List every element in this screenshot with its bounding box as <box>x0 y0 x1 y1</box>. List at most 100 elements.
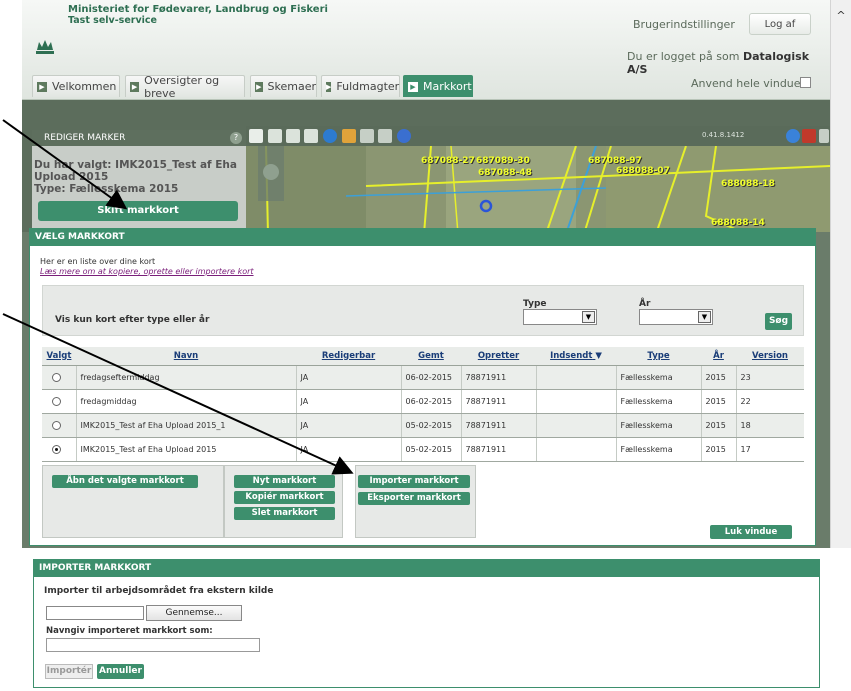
table-row[interactable]: IMK2015_Test af Eha Upload 2015 JA 05-02-2… <box>42 437 804 462</box>
import-button[interactable]: Importér <box>45 664 93 679</box>
table-cell-saved: 06-02-2015 <box>400 389 461 414</box>
filter-box: Vis kun kort efter type eller år Type År… <box>42 285 804 336</box>
type-label: Type <box>523 299 547 309</box>
table-cell-saved: 06-02-2015 <box>400 365 461 390</box>
switch-map-button[interactable]: Skift markkort <box>38 201 238 221</box>
cancel-button[interactable]: Annuller <box>97 664 144 679</box>
plot-label: 687088-27 <box>421 156 475 166</box>
column-header-label: Indsendt <box>550 350 593 361</box>
import-map-dialog: IMPORTER MARKKORT Importer til arbejdsom… <box>33 559 820 688</box>
tab-fuldmagter[interactable]: ▶ Fuldmagter <box>321 75 400 97</box>
browse-button[interactable]: Gennemse... <box>146 605 242 621</box>
select-box-icon[interactable] <box>304 129 318 143</box>
file-path-field[interactable] <box>46 606 144 620</box>
refresh-icon[interactable] <box>360 129 374 143</box>
user-settings-link[interactable]: Brugerindstillinger <box>633 18 735 31</box>
table-cell-name: IMK2015_Test af Eha Upload 2015 <box>75 437 296 462</box>
full-window-label: Anvend hele vinduet <box>691 77 805 90</box>
select-cell[interactable] <box>42 389 76 414</box>
table-cell-year: 2015 <box>700 389 736 414</box>
column-header[interactable]: Gemt <box>401 347 461 366</box>
table-cell-creator: 78871911 <box>460 365 536 390</box>
dialog-title: IMPORTER MARKKORT <box>34 560 819 577</box>
zoom-icon[interactable] <box>268 129 282 143</box>
settings-icon[interactable] <box>819 129 829 143</box>
tab-markkort[interactable]: ▶ Markkort <box>403 75 473 97</box>
version-label: 0.41.8.1412 <box>702 131 745 139</box>
info-icon[interactable] <box>323 129 337 143</box>
plot-label: 688088-18 <box>721 179 775 189</box>
service-name: Tast selv-service <box>68 15 157 26</box>
table-cell-saved: 05-02-2015 <box>400 437 461 462</box>
logged-in-text: Du er logget på som Datalogisk A/S <box>627 50 830 76</box>
link-icon[interactable] <box>378 129 392 143</box>
table-row[interactable]: fredagmiddag JA 06-02-2015 78871911 Fællessk… <box>42 389 804 414</box>
copy-map-button[interactable]: Kopiér markkort <box>234 491 335 504</box>
logged-in-prefix: Du er logget på som <box>627 50 743 63</box>
dialog-intro: Her er en liste over dine kort <box>40 257 156 266</box>
table-cell-saved: 05-02-2015 <box>400 413 461 438</box>
help-icon[interactable] <box>786 129 800 143</box>
table-cell-version: 18 <box>735 413 804 438</box>
select-radio[interactable] <box>52 396 61 406</box>
search-button[interactable]: Søg <box>765 313 792 330</box>
import-map-button[interactable]: Importer markkort <box>358 475 470 488</box>
map-view[interactable]: 687089-30 687088-48 687088-27 687088-97 … <box>246 146 830 234</box>
new-map-button[interactable]: Nyt markkort <box>234 475 335 488</box>
table-row[interactable]: IMK2015_Test af Eha Upload 2015_1 JA 05-02… <box>42 413 804 438</box>
table-cell-editable: JA <box>295 437 401 462</box>
column-header[interactable]: Redigerbar <box>296 347 401 366</box>
column-header[interactable]: Valgt <box>42 347 76 366</box>
tab-skemaer[interactable]: ▶ Skemaer <box>250 75 317 97</box>
full-window-checkbox[interactable] <box>800 77 811 88</box>
table-cell-type: Fællesskema <box>615 437 701 462</box>
table-row[interactable]: fredagseftermiddag JA 06-02-2015 78871911 Fæ… <box>42 365 804 390</box>
column-header[interactable]: Type <box>616 347 701 366</box>
pdf-icon[interactable] <box>802 129 816 143</box>
logout-button[interactable]: Log af <box>749 13 811 35</box>
tab-velkommen[interactable]: ▶ Velkommen <box>32 75 120 97</box>
map-name-field[interactable] <box>46 638 260 652</box>
select-radio[interactable] <box>52 444 61 454</box>
read-more-link[interactable]: Læs mere om at kopiere, oprette eller im… <box>40 267 254 276</box>
table-cell-version: 17 <box>735 437 804 462</box>
select-cell[interactable] <box>42 413 76 438</box>
table-cell-creator: 78871911 <box>460 413 536 438</box>
plot-label: 688088-14 <box>711 218 765 228</box>
column-header[interactable]: Version <box>736 347 804 366</box>
scroll-up-icon[interactable]: ^ <box>835 10 847 22</box>
home-icon[interactable] <box>342 129 356 143</box>
column-header[interactable]: Indsendt ▼ <box>536 347 616 366</box>
table-cell-name: fredagmiddag <box>75 389 296 414</box>
column-header[interactable]: År <box>701 347 736 366</box>
tab-oversigter[interactable]: ▶ Oversigter og breve <box>125 74 245 100</box>
panel-title: REDIGER MARKER? <box>32 130 246 146</box>
help-icon[interactable]: ? <box>230 132 242 144</box>
delete-map-button[interactable]: Slet markkort <box>234 507 335 520</box>
column-header[interactable]: Navn <box>76 347 296 366</box>
tab-bullet-icon: ▶ <box>255 81 263 92</box>
close-window-button[interactable]: Luk vindue <box>710 525 792 539</box>
open-map-button[interactable]: Åbn det valgte markkort <box>52 475 198 488</box>
select-cell[interactable] <box>42 365 76 390</box>
year-label: År <box>639 299 651 309</box>
type-select[interactable]: ▼ <box>523 309 597 325</box>
page-scrollbar[interactable]: ^ <box>830 0 851 548</box>
export-map-button[interactable]: Eksporter markkort <box>358 492 470 505</box>
select-radio[interactable] <box>52 420 61 430</box>
select-radio[interactable] <box>52 372 61 382</box>
plot-label: 687088-48 <box>478 168 532 178</box>
measure-icon[interactable] <box>286 129 300 143</box>
crown-logo-icon <box>36 40 54 54</box>
header: Ministeriet for Fødevarer, Landbrug og F… <box>22 0 830 100</box>
table-cell-submitted <box>535 389 616 414</box>
year-select[interactable]: ▼ <box>639 309 713 325</box>
table-cell-year: 2015 <box>700 437 736 462</box>
select-map-dialog: VÆLG MARKKORT Her er en liste over dine … <box>29 228 816 546</box>
pan-hand-icon[interactable] <box>249 129 263 143</box>
column-header[interactable]: Opretter <box>461 347 536 366</box>
dialog-title: VÆLG MARKKORT <box>30 229 815 246</box>
table-cell-submitted <box>535 365 616 390</box>
select-cell[interactable] <box>42 437 76 462</box>
identify-icon[interactable] <box>397 129 411 143</box>
